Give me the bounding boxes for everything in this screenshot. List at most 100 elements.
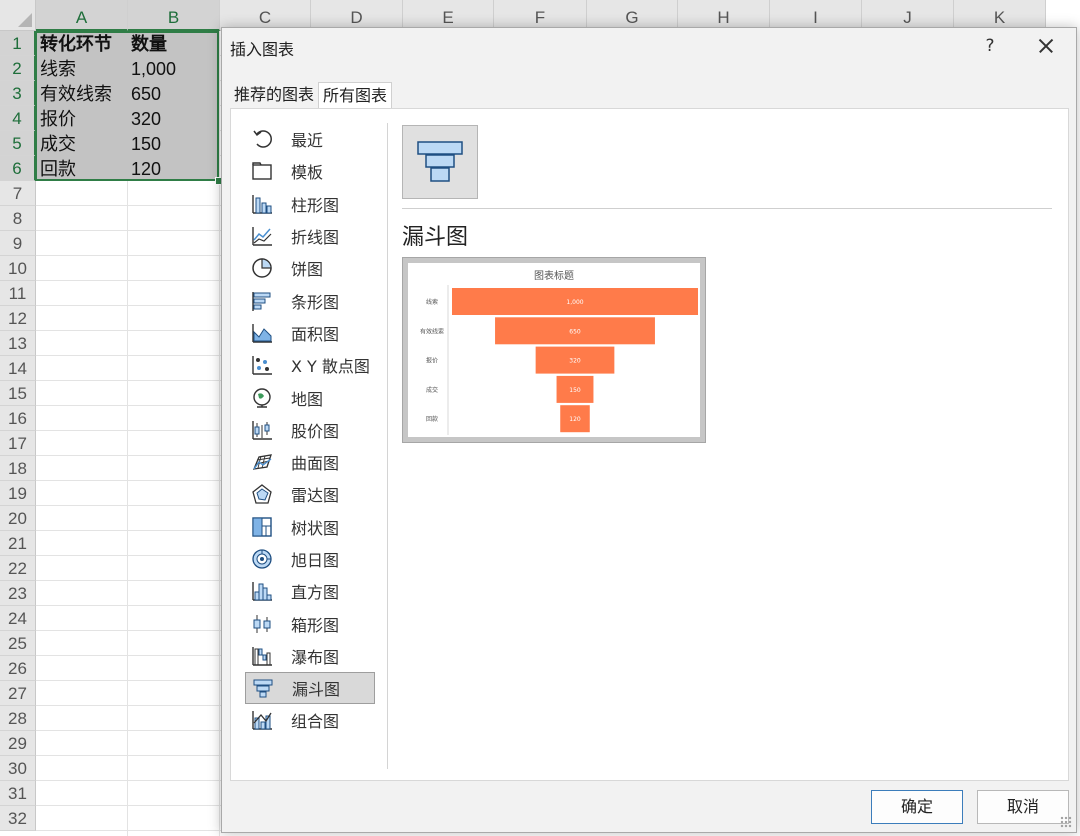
chart-type-label: 雷达图 (291, 486, 340, 506)
row-header-12[interactable]: 12 (0, 306, 36, 331)
cell-b4[interactable]: 320 (131, 107, 161, 132)
chart-type-item-recent[interactable]: 最近 (245, 123, 375, 155)
cell-a3[interactable]: 有效线索 (40, 82, 112, 107)
gridline (36, 430, 221, 431)
cell-b6[interactable]: 120 (131, 157, 161, 182)
chart-type-item-pie-chart[interactable]: 饼图 (245, 252, 375, 284)
row-header-7[interactable]: 7 (0, 181, 36, 206)
row-header-3[interactable]: 3 (0, 81, 36, 106)
chart-type-item-line-chart[interactable]: 折线图 (245, 220, 375, 252)
row-header-31[interactable]: 31 (0, 781, 36, 806)
row-header-21[interactable]: 21 (0, 531, 36, 556)
row-header-10[interactable]: 10 (0, 256, 36, 281)
chart-type-item-surface-chart[interactable]: 曲面图 (245, 446, 375, 478)
gridline (36, 530, 221, 531)
chart-type-label: 折线图 (291, 228, 340, 248)
row-header-25[interactable]: 25 (0, 631, 36, 656)
row-header-9[interactable]: 9 (0, 231, 36, 256)
row-header-30[interactable]: 30 (0, 756, 36, 781)
panel-divider (387, 123, 388, 769)
scatter-chart-icon (252, 356, 272, 375)
cell-a4[interactable]: 报价 (40, 107, 76, 132)
chart-type-label: 饼图 (291, 260, 324, 280)
chart-type-label: X Y 散点图 (291, 357, 370, 377)
row-header-11[interactable]: 11 (0, 281, 36, 306)
funnel-chart: 图表标题 1,000 线索 650 有效线索 320 报价 150 成交 120 回款 (420, 269, 698, 435)
row-header-4[interactable]: 4 (0, 106, 36, 131)
gridline (36, 705, 221, 706)
chart-type-item-area-chart[interactable]: 面积图 (245, 317, 375, 349)
chart-type-item-bar-chart[interactable]: 条形图 (245, 284, 375, 316)
gridline (36, 580, 221, 581)
row-header-22[interactable]: 22 (0, 556, 36, 581)
chart-type-item-sunburst-chart[interactable]: 旭日图 (245, 543, 375, 575)
help-button[interactable]: ? (978, 34, 1002, 58)
chart-type-item-column-chart[interactable]: 柱形图 (245, 188, 375, 220)
close-button[interactable] (1034, 34, 1058, 58)
row-header-1[interactable]: 1 (0, 31, 36, 56)
gridline (36, 605, 221, 606)
row-header-17[interactable]: 17 (0, 431, 36, 456)
tab-all-charts[interactable]: 所有图表 (318, 82, 393, 109)
chart-type-item-template-folder[interactable]: 模板 (245, 155, 375, 187)
treemap-chart-icon (252, 517, 272, 537)
chart-type-item-funnel-chart[interactable]: 漏斗图 (245, 672, 375, 705)
row-header-6[interactable]: 6 (0, 156, 36, 181)
cell-a1[interactable]: 转化环节 (40, 32, 112, 57)
chart-type-label: 瀑布图 (291, 647, 340, 667)
row-header-15[interactable]: 15 (0, 381, 36, 406)
cell-a6[interactable]: 回款 (40, 157, 76, 182)
resize-grip[interactable] (1060, 816, 1072, 828)
chart-type-item-combo-chart[interactable]: 组合图 (245, 704, 375, 736)
chart-type-item-map-globe[interactable]: 地图 (245, 381, 375, 413)
pie-chart-icon (252, 258, 272, 279)
chart-type-label: 旭日图 (291, 551, 340, 570)
chart-type-item-waterfall-chart[interactable]: 瀑布图 (245, 640, 375, 672)
row-header-24[interactable]: 24 (0, 606, 36, 631)
row-header-16[interactable]: 16 (0, 406, 36, 431)
select-all-corner[interactable] (0, 0, 36, 31)
column-header-b[interactable]: B (128, 0, 220, 31)
cell-a2[interactable]: 线索 (40, 57, 76, 82)
row-header-8[interactable]: 8 (0, 206, 36, 231)
row-header-19[interactable]: 19 (0, 481, 36, 506)
cancel-button[interactable]: 取消 (977, 790, 1069, 824)
chart-type-item-treemap-chart[interactable]: 树状图 (245, 511, 375, 543)
column-header-a[interactable]: A (36, 0, 128, 31)
row-header-18[interactable]: 18 (0, 456, 36, 481)
chart-type-item-scatter-chart[interactable]: X Y 散点图 (245, 349, 375, 381)
insert-chart-dialog: 插入图表 ? 推荐的图表 所有图表 最近 模板 柱形图 折线图 饼图 条形图 面积图 X Y … (221, 27, 1077, 833)
chart-type-item-box-whisker-chart[interactable]: 箱形图 (245, 607, 375, 639)
cell-b1[interactable]: 数量 (131, 32, 167, 57)
row-header-14[interactable]: 14 (0, 356, 36, 381)
row-header-27[interactable]: 27 (0, 681, 36, 706)
row-header-13[interactable]: 13 (0, 331, 36, 356)
chart-type-item-stock-chart[interactable]: 股价图 (245, 414, 375, 446)
row-header-28[interactable]: 28 (0, 706, 36, 731)
cell-b2[interactable]: 1,000 (131, 57, 176, 82)
category-label: 成交 (426, 386, 438, 394)
row-header-26[interactable]: 26 (0, 656, 36, 681)
cell-a5[interactable]: 成交 (40, 132, 76, 157)
cell-b3[interactable]: 650 (131, 82, 161, 107)
chart-type-item-histogram-chart[interactable]: 直方图 (245, 575, 375, 607)
row-header-23[interactable]: 23 (0, 581, 36, 606)
row-header-20[interactable]: 20 (0, 506, 36, 531)
chart-preview-frame[interactable]: 图表标题 1,000 线索 650 有效线索 320 报价 150 成交 120 回款 (402, 257, 706, 443)
gridline (36, 455, 221, 456)
row-header-2[interactable]: 2 (0, 56, 36, 81)
cell-b5[interactable]: 150 (131, 132, 161, 157)
gridline (36, 205, 221, 206)
row-header-29[interactable]: 29 (0, 731, 36, 756)
row-header-5[interactable]: 5 (0, 131, 36, 156)
chart-type-item-radar-chart[interactable]: 雷达图 (245, 478, 375, 510)
chart-preview-area: 图表标题 1,000 线索 650 有效线索 320 报价 150 成交 120 回款 (402, 257, 706, 770)
row-header-32[interactable]: 32 (0, 806, 36, 831)
tab-recommended-charts[interactable]: 推荐的图表 (230, 82, 318, 108)
chart-type-label: 箱形图 (291, 615, 340, 635)
category-label: 回款 (426, 415, 438, 423)
chart-type-label: 模板 (291, 163, 324, 183)
ok-button[interactable]: 确定 (871, 790, 963, 824)
gridline (36, 230, 221, 231)
funnel-subtype-thumbnail[interactable] (402, 125, 478, 199)
